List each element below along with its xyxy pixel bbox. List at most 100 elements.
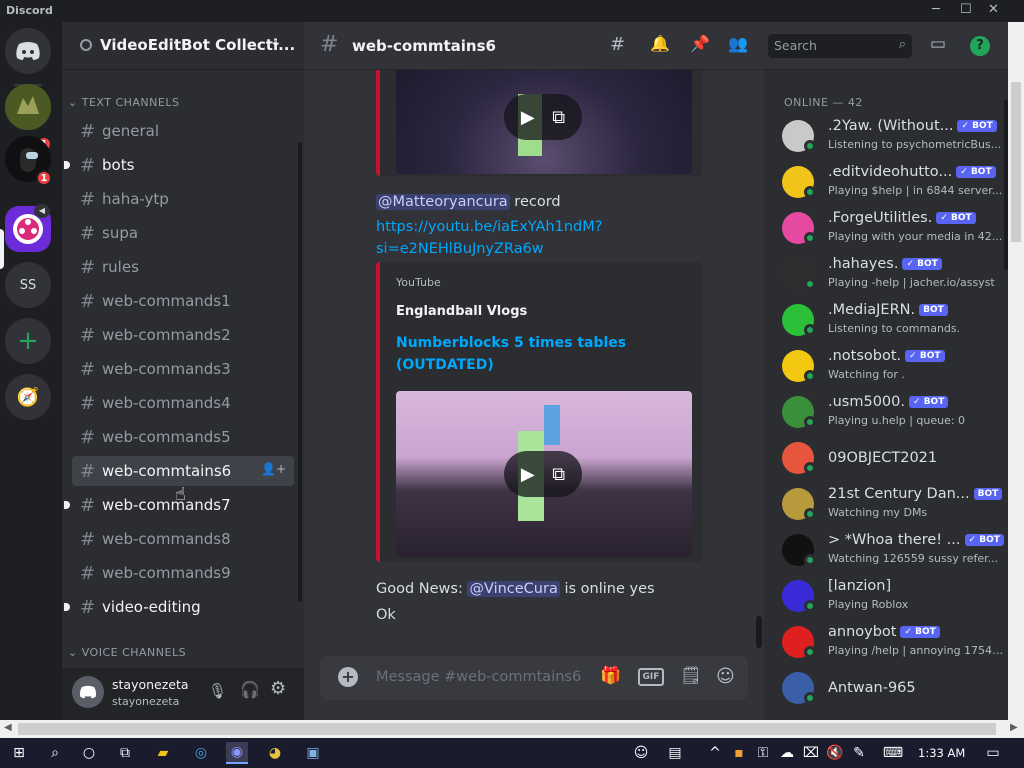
member-row[interactable]: .ForgeUtilitles. ✓ BOT Playing with your m… (782, 208, 1004, 252)
discord-home-icon[interactable] (5, 28, 51, 74)
member-row[interactable]: .MediaJERN. BOT Listening to commands. (782, 300, 1004, 344)
channel-web-commands4[interactable]: # web-commands4 (72, 388, 294, 418)
add-attachment-icon[interactable]: + (338, 667, 358, 687)
invite-user-icon[interactable]: 👤+ (261, 462, 286, 476)
channel-web-commands3[interactable]: # web-commands3 (72, 354, 294, 384)
channel-web-commands2[interactable]: # web-commands2 (72, 320, 294, 350)
maximize-icon[interactable]: ☐ (960, 2, 972, 17)
embed-author[interactable]: Englandball Vlogs (396, 304, 527, 319)
member-row[interactable]: .editvideohutto... ✓ BOT Playing $help | i… (782, 162, 1004, 206)
gif-icon[interactable]: GIF (638, 668, 664, 686)
category-voice-channels[interactable]: ⌄ VOICE CHANNELS (68, 646, 186, 659)
channel-web-commands1[interactable]: # web-commands1 (72, 286, 294, 316)
channel-supa[interactable]: # supa (72, 218, 294, 248)
message-link[interactable]: https://youtu.be/iaExYAh1ndM? si=e2NEHlB… (376, 216, 602, 260)
volume-icon[interactable]: 🔇 (824, 742, 846, 764)
category-text-channels[interactable]: ⌄ TEXT CHANNELS (68, 96, 179, 109)
member-row[interactable]: .usm5000. ✓ BOT Playing u.help | queue: 0 (782, 392, 1004, 436)
file-explorer-icon[interactable]: ▰ (152, 742, 174, 764)
tray-key-icon[interactable]: ⚿ (752, 742, 774, 764)
scroll-thumb[interactable] (1011, 82, 1021, 242)
app-icon[interactable]: ▣ (302, 742, 324, 764)
link-line-2[interactable]: si=e2NEHlBuJnyZRa6w (376, 238, 602, 260)
embed-title-line-2[interactable]: (OUTDATED) (396, 354, 626, 376)
member-row[interactable]: .notsobot. ✓ BOT Watching for . (782, 346, 1004, 390)
video-thumbnail[interactable]: ▶ ⧉ (396, 391, 692, 557)
sticker-icon[interactable]: 🗒 (680, 666, 702, 686)
channel-rules[interactable]: # rules (72, 252, 294, 282)
people-icon[interactable]: ☺ (630, 742, 652, 764)
video-thumbnail[interactable]: ▶ ⧉ (396, 70, 692, 174)
bell-icon[interactable]: 🔔 (650, 34, 670, 53)
add-server-icon[interactable]: + (5, 318, 51, 364)
search-input[interactable]: Search ⌕ (768, 34, 912, 58)
member-row[interactable]: Antwan-965 (782, 668, 1004, 712)
channel-web-commands8[interactable]: # web-commands8 (72, 524, 294, 554)
close-icon[interactable]: ✕ (988, 2, 999, 17)
safari-icon[interactable]: ◎ (190, 742, 212, 764)
chrome-icon[interactable]: ◕ (264, 742, 286, 764)
video-play-controls[interactable]: ▶ ⧉ (504, 451, 582, 497)
server-icon-1[interactable] (5, 84, 51, 130)
embed-provider[interactable]: YouTube (396, 276, 441, 289)
member-row[interactable]: .hahayes. ✓ BOT Playing -help | jacher.io/… (782, 254, 1004, 298)
pen-icon[interactable]: ✎ (848, 742, 870, 764)
help-icon[interactable]: ? (970, 36, 990, 56)
windows-start-icon[interactable]: ⊞ (8, 742, 30, 764)
user-mention[interactable]: @VinceCura (467, 581, 560, 597)
minimize-icon[interactable]: ─ (932, 2, 940, 17)
video-play-controls[interactable]: ▶ ⧉ (504, 94, 582, 140)
threads-icon[interactable]: # (610, 34, 625, 55)
message-input[interactable]: + Message #web-commtains6 🎁 GIF 🗒 ☺ (320, 656, 748, 700)
user-mention[interactable]: @Matteoryancura (376, 194, 510, 210)
notifications-icon[interactable]: ▭ (982, 742, 1004, 764)
channel-web-commtains6[interactable]: # web-commtains6 👤+ (72, 456, 294, 486)
horizontal-scrollbar[interactable]: ◀ ▶ (0, 720, 1024, 738)
message-scrollbar[interactable] (756, 616, 762, 648)
task-view-icon[interactable]: ⧉ (114, 742, 136, 764)
pin-icon[interactable]: 📌 (690, 34, 710, 53)
scroll-left-icon[interactable]: ◀ (4, 722, 12, 733)
member-row[interactable]: [lanzion] Playing Roblox (782, 576, 1004, 620)
network-icon[interactable]: ⌧ (800, 742, 822, 764)
scroll-thumb[interactable] (18, 723, 996, 735)
cortana-icon[interactable]: ○ (78, 742, 100, 764)
news-icon[interactable]: ▤ (664, 742, 686, 764)
member-row[interactable]: 09OBJECT2021 (782, 438, 1004, 482)
channel-general[interactable]: # general (72, 116, 294, 146)
channel-web-commands5[interactable]: # web-commands5 (72, 422, 294, 452)
explore-compass-icon[interactable]: 🧭 (5, 374, 51, 420)
member-list-icon[interactable]: 👥 (728, 34, 748, 53)
scroll-right-icon[interactable]: ▶ (1010, 722, 1018, 733)
channel-scrollbar[interactable] (298, 142, 302, 602)
emoji-icon[interactable]: ☺ (716, 666, 735, 687)
search-icon[interactable]: ⌕ (44, 742, 66, 764)
member-row[interactable]: annoybot ✓ BOT Playing /help | annoying 17… (782, 622, 1004, 666)
link-line-1[interactable]: https://youtu.be/iaExYAh1ndM? (376, 216, 602, 238)
tray-app-icon[interactable]: ▪ (728, 742, 750, 764)
vertical-scrollbar[interactable] (1008, 22, 1024, 720)
embed-title-line-1[interactable]: Numberblocks 5 times tables (396, 332, 626, 354)
member-row[interactable]: 21st Century Dan... BOT Watching my DMs (782, 484, 1004, 528)
discord-taskbar-icon[interactable]: ◉ (226, 742, 248, 764)
member-row[interactable]: > *Whoa there! ... ✓ BOT Watching 126559 s… (782, 530, 1004, 574)
avatar[interactable] (72, 676, 104, 708)
channel-web-commands9[interactable]: # web-commands9 (72, 558, 294, 588)
channel-video-editing[interactable]: # video-editing (64, 592, 294, 622)
chevron-up-icon[interactable]: ^ (704, 742, 726, 764)
microphone-icon[interactable]: 🎙 (208, 682, 227, 700)
server-icon-ss[interactable]: SS (5, 262, 51, 308)
headphones-icon[interactable]: 🎧 (240, 680, 260, 699)
member-activity: Playing $help | in 6844 server... (828, 184, 1003, 197)
keyboard-icon[interactable]: ⌨ (882, 742, 904, 764)
channel-bots[interactable]: # bots (64, 150, 294, 180)
guild-header[interactable]: VideoEditBot Collecti... ⌄ (62, 22, 304, 70)
channel-haha-ytp[interactable]: # haha-ytp (72, 184, 294, 214)
gift-icon[interactable]: 🎁 (600, 666, 621, 686)
member-row[interactable]: .2Yaw. (Without... ✓ BOT Listening to psyc… (782, 116, 1004, 160)
inbox-icon[interactable]: ▭ (930, 34, 946, 54)
clock[interactable]: 1:33 AM (918, 746, 965, 760)
tray-cloud-icon[interactable]: ☁ (776, 742, 798, 764)
embed-title[interactable]: Numberblocks 5 times tables (OUTDATED) (396, 332, 626, 376)
gear-icon[interactable]: ⚙ (270, 678, 286, 699)
